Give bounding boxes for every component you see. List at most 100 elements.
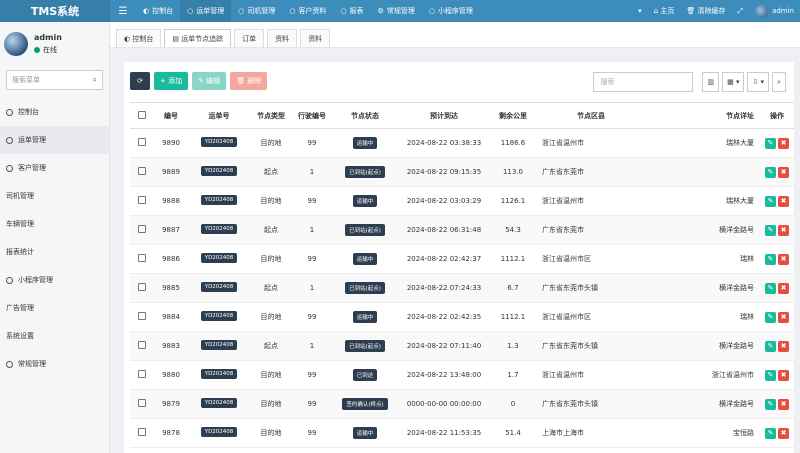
- language-dropdown[interactable]: ▾: [632, 7, 648, 15]
- sidebar-item-vehicle[interactable]: 车辆管理: [0, 210, 109, 238]
- sidebar-search-input[interactable]: 搜索菜单 ⌕: [6, 70, 103, 90]
- waybill-badge[interactable]: YD202408: [200, 137, 238, 147]
- edit-icon[interactable]: ✎: [765, 340, 776, 352]
- row-checkbox[interactable]: [130, 302, 154, 332]
- tab-data-2[interactable]: 资料: [300, 29, 331, 47]
- table-row[interactable]: 9879 YD202408 目的地 99 签约确认(终点) 0000-00-00 00:0…: [130, 389, 794, 419]
- waybill-badge[interactable]: YD202408: [200, 166, 238, 176]
- delete-icon[interactable]: ✖: [778, 369, 789, 381]
- table-row[interactable]: 9888 YD202408 目的地 99 运输中 2024-08-22 03:03:29 1…: [130, 186, 794, 216]
- refresh-button[interactable]: ⟳: [130, 72, 150, 90]
- row-checkbox[interactable]: [130, 244, 154, 274]
- edit-icon[interactable]: ✎: [765, 427, 776, 439]
- delete-icon[interactable]: ✖: [778, 340, 789, 352]
- topnav-customer[interactable]: ○ 客户资料: [282, 0, 333, 22]
- waybill-badge[interactable]: YD202408: [200, 398, 238, 408]
- delete-button[interactable]: 🗑 删除: [230, 72, 268, 90]
- topnav-driver[interactable]: ○ 司机管理: [231, 0, 282, 22]
- waybill-badge[interactable]: YD202408: [200, 224, 238, 234]
- clear-cache-button[interactable]: 🗑 清除缓存: [680, 6, 731, 16]
- app-logo[interactable]: TMS系统: [0, 0, 110, 22]
- topnav-report[interactable]: ○ 报表: [333, 0, 370, 22]
- edit-icon[interactable]: ✎: [765, 137, 776, 149]
- col-node-status[interactable]: 节点状态: [332, 102, 398, 129]
- sidebar-item-driver[interactable]: 司机管理: [0, 182, 109, 210]
- delete-icon[interactable]: ✖: [778, 195, 789, 207]
- sidebar-item-waybill[interactable]: 运单管理: [0, 126, 109, 154]
- edit-icon[interactable]: ✎: [765, 224, 776, 236]
- col-address[interactable]: 节点详址: [646, 102, 760, 129]
- sidebar-item-miniprogram[interactable]: 小程序管理: [0, 266, 109, 294]
- toggle-view-icon[interactable]: ▥: [702, 72, 720, 92]
- col-km[interactable]: 剩余公里: [490, 102, 536, 129]
- sidebar-item-report[interactable]: 报表统计: [0, 238, 109, 266]
- search-toggle-icon[interactable]: ⌕: [772, 72, 786, 92]
- sidebar-item-ads[interactable]: 广告管理: [0, 294, 109, 322]
- delete-icon[interactable]: ✖: [778, 282, 789, 294]
- row-checkbox[interactable]: [130, 389, 154, 419]
- col-node-type[interactable]: 节点类型: [250, 102, 292, 129]
- columns-icon[interactable]: ▦ ▾: [722, 72, 745, 92]
- select-all-checkbox[interactable]: [130, 102, 154, 129]
- delete-icon[interactable]: ✖: [778, 253, 789, 265]
- col-area[interactable]: 节点区县: [536, 102, 646, 129]
- table-row[interactable]: 9887 YD202408 起点 1 已到站(起点) 2024-08-22 06:31:4…: [130, 215, 794, 245]
- waybill-badge[interactable]: YD202408: [200, 253, 238, 263]
- table-row[interactable]: 9886 YD202408 目的地 99 运输中 2024-08-22 02:42:37 1…: [130, 244, 794, 274]
- table-row[interactable]: 9883 YD202408 起点 1 已到站(起点) 2024-08-22 07:11:4…: [130, 331, 794, 361]
- tab-dashboard[interactable]: ◐ 控制台: [116, 29, 162, 47]
- topnav-waybill[interactable]: ○ 运单管理: [180, 0, 232, 22]
- row-checkbox[interactable]: [130, 418, 154, 448]
- table-row[interactable]: 9878 YD202408 目的地 99 运输中 2024-08-22 11:53:35 5…: [130, 418, 794, 448]
- delete-icon[interactable]: ✖: [778, 311, 789, 323]
- menu-toggle-icon[interactable]: ☰: [110, 6, 136, 17]
- sidebar-item-dashboard[interactable]: 控制台: [0, 98, 109, 126]
- sidebar-item-settings[interactable]: 系统设置: [0, 322, 109, 350]
- export-icon[interactable]: ⇩ ▾: [747, 72, 770, 92]
- row-checkbox[interactable]: [130, 186, 154, 216]
- fullscreen-icon[interactable]: ⤢: [731, 7, 749, 16]
- add-button[interactable]: + 添加: [154, 72, 189, 90]
- table-row[interactable]: 9890 YD202408 目的地 99 运输中 2024-08-22 03:38:33 1…: [130, 128, 794, 158]
- delete-icon[interactable]: ✖: [778, 166, 789, 178]
- topnav-general[interactable]: ⚙ 常规管理: [371, 0, 422, 22]
- row-checkbox[interactable]: [130, 215, 154, 245]
- edit-icon[interactable]: ✎: [765, 195, 776, 207]
- row-checkbox[interactable]: [130, 331, 154, 361]
- waybill-badge[interactable]: YD202408: [200, 427, 238, 437]
- delete-icon[interactable]: ✖: [778, 224, 789, 236]
- delete-icon[interactable]: ✖: [778, 427, 789, 439]
- edit-button[interactable]: ✎ 编辑: [192, 72, 227, 90]
- waybill-badge[interactable]: YD202408: [200, 311, 238, 321]
- edit-icon[interactable]: ✎: [765, 253, 776, 265]
- sidebar-item-general[interactable]: 常规管理: [0, 350, 109, 378]
- col-id[interactable]: 编号: [154, 102, 188, 129]
- table-row[interactable]: 9880 YD202408 目的地 99 已到达 2024-08-22 13:48:00 1…: [130, 360, 794, 390]
- delete-icon[interactable]: ✖: [778, 137, 789, 149]
- table-search-input[interactable]: 搜索: [593, 72, 694, 92]
- edit-icon[interactable]: ✎: [765, 166, 776, 178]
- row-checkbox[interactable]: [130, 360, 154, 390]
- tab-waybill-node[interactable]: ▤ 运单节点追踪: [164, 29, 232, 47]
- edit-icon[interactable]: ✎: [765, 398, 776, 410]
- topnav-miniprogram[interactable]: ○ 小程序管理: [422, 0, 480, 22]
- waybill-badge[interactable]: YD202408: [200, 195, 238, 205]
- row-checkbox[interactable]: [130, 157, 154, 187]
- table-row[interactable]: 9889 YD202408 起点 1 已到站(起点) 2024-08-22 09:15:3…: [130, 157, 794, 187]
- waybill-badge[interactable]: YD202408: [200, 369, 238, 379]
- tab-data-1[interactable]: 资料: [267, 29, 298, 47]
- table-row[interactable]: 9885 YD202408 起点 1 已到站(起点) 2024-08-22 07:24:3…: [130, 273, 794, 303]
- edit-icon[interactable]: ✎: [765, 311, 776, 323]
- col-seq[interactable]: 行驶编号: [292, 102, 332, 129]
- search-icon[interactable]: ⌕: [93, 75, 97, 85]
- delete-icon[interactable]: ✖: [778, 398, 789, 410]
- table-row[interactable]: 9884 YD202408 目的地 99 运输中 2024-08-22 02:42:35 1…: [130, 302, 794, 332]
- home-link[interactable]: ⌂ 主页: [648, 6, 681, 16]
- waybill-badge[interactable]: YD202408: [200, 282, 238, 292]
- edit-icon[interactable]: ✎: [765, 282, 776, 294]
- col-waybill[interactable]: 运单号: [188, 102, 250, 129]
- topnav-dashboard[interactable]: ◐ 控制台: [136, 0, 180, 22]
- waybill-badge[interactable]: YD202408: [200, 340, 238, 350]
- edit-icon[interactable]: ✎: [765, 369, 776, 381]
- tab-order[interactable]: 订单: [234, 29, 265, 47]
